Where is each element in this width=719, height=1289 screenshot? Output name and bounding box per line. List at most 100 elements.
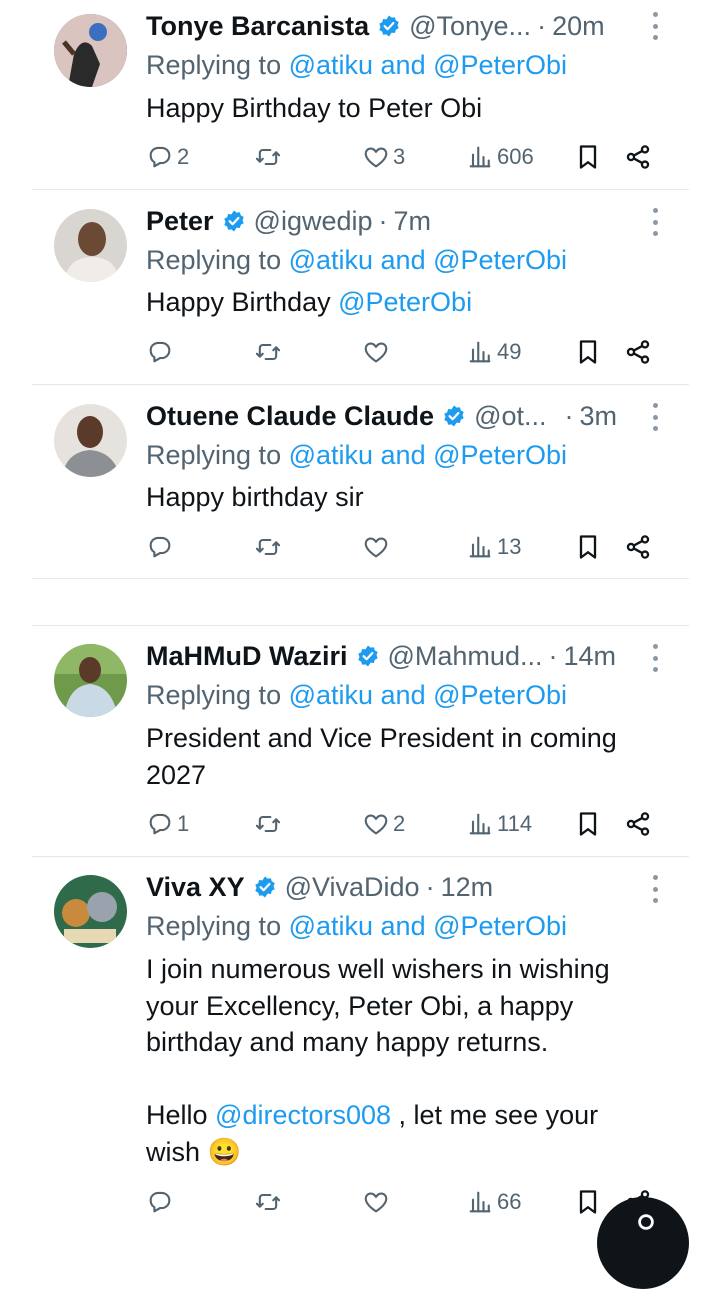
reply-button[interactable] xyxy=(146,1185,174,1219)
heart-icon xyxy=(362,533,390,561)
mention-link[interactable]: @PeterObi xyxy=(338,287,472,317)
retweet-button[interactable] xyxy=(254,807,282,841)
avatar[interactable] xyxy=(54,14,127,87)
tweet[interactable]: MaHMuD Waziri @Mahmud... · 14m Replying … xyxy=(0,626,719,856)
avatar[interactable] xyxy=(54,644,127,717)
views-button[interactable]: 49 xyxy=(466,335,521,369)
replying-to: Replying to @atiku and @PeterObi xyxy=(146,50,567,81)
bookmark-button[interactable] xyxy=(574,530,602,564)
bookmark-icon xyxy=(574,338,602,366)
tweet[interactable]: Otuene Claude Claude @ot... · 3m Replyin… xyxy=(0,385,719,580)
more-icon[interactable] xyxy=(647,644,663,672)
heart-icon xyxy=(362,810,390,838)
reply-icon xyxy=(146,1188,174,1216)
like-button[interactable]: 3 xyxy=(362,140,405,174)
bookmark-button[interactable] xyxy=(574,1185,602,1219)
timestamp[interactable]: 20m xyxy=(552,11,605,42)
replying-to-link[interactable]: @atiku and @PeterObi xyxy=(289,50,567,80)
display-name[interactable]: Peter xyxy=(146,206,214,237)
verified-badge-icon xyxy=(442,404,466,428)
tweet[interactable]: Peter @igwedip · 7m Replying to @atiku a… xyxy=(0,190,719,385)
share-button[interactable] xyxy=(624,807,652,841)
reply-button[interactable]: 1 xyxy=(146,807,189,841)
tweet-actions: 2 3 606 xyxy=(146,140,666,174)
tweet-header: Otuene Claude Claude @ot... · 3m xyxy=(146,398,659,434)
tweet-text: Happy birthday sir xyxy=(146,479,656,516)
tweet-text: Happy Birthday to Peter Obi xyxy=(146,90,656,127)
retweet-button[interactable] xyxy=(254,1185,282,1219)
display-name[interactable]: Viva XY xyxy=(146,872,245,903)
timestamp[interactable]: 3m xyxy=(580,401,618,432)
replying-to-link[interactable]: @atiku and @PeterObi xyxy=(289,440,567,470)
bookmark-button[interactable] xyxy=(574,807,602,841)
like-button[interactable] xyxy=(362,1185,390,1219)
user-handle[interactable]: @VivaDido xyxy=(285,872,420,903)
user-handle[interactable]: @Mahmud... xyxy=(388,641,543,672)
retweet-button[interactable] xyxy=(254,530,282,564)
reply-count: 1 xyxy=(177,811,190,836)
tweet[interactable]: Viva XY @VivaDido · 12m Replying to @ati… xyxy=(0,857,719,1234)
more-icon[interactable] xyxy=(647,875,663,903)
timestamp[interactable]: 12m xyxy=(441,872,494,903)
views-button[interactable]: 13 xyxy=(466,530,521,564)
tweet-text-content: I join numerous well wishers in wishing … xyxy=(146,954,610,1057)
bookmark-icon xyxy=(574,1188,602,1216)
tweet-header: Peter @igwedip · 7m xyxy=(146,203,659,239)
display-name[interactable]: Otuene Claude Claude xyxy=(146,401,434,432)
avatar[interactable] xyxy=(54,875,127,948)
timestamp[interactable]: 7m xyxy=(394,206,432,237)
share-icon xyxy=(624,143,652,171)
like-button[interactable] xyxy=(362,530,390,564)
like-button[interactable] xyxy=(362,335,390,369)
more-icon[interactable] xyxy=(647,208,663,236)
avatar-photo xyxy=(54,14,127,87)
reply-button[interactable] xyxy=(146,530,174,564)
more-icon[interactable] xyxy=(647,403,663,431)
replying-prefix: Replying to xyxy=(146,911,289,941)
user-handle[interactable]: @Tonye... xyxy=(409,11,531,42)
tweet-actions: 13 xyxy=(146,530,666,564)
avatar[interactable] xyxy=(54,404,127,477)
tweet[interactable]: Tonye Barcanista @Tonye... · 20m Replyin… xyxy=(0,0,719,190)
display-name[interactable]: MaHMuD Waziri xyxy=(146,641,348,672)
retweet-icon xyxy=(254,533,282,561)
more-icon[interactable] xyxy=(647,12,663,40)
separator-dot: · xyxy=(537,10,547,41)
views-icon xyxy=(466,338,494,366)
views-icon xyxy=(466,533,494,561)
display-name[interactable]: Tonye Barcanista xyxy=(146,11,369,42)
replying-to-link[interactable]: @atiku and @PeterObi xyxy=(289,911,567,941)
retweet-icon xyxy=(254,1188,282,1216)
avatar[interactable] xyxy=(54,209,127,282)
reply-button[interactable]: 2 xyxy=(146,140,189,174)
user-handle[interactable]: @igwedip xyxy=(254,206,373,237)
reply-button[interactable] xyxy=(146,335,174,369)
retweet-button[interactable] xyxy=(254,335,282,369)
share-button[interactable] xyxy=(624,530,652,564)
timestamp[interactable]: 14m xyxy=(563,641,616,672)
tweet-text-content: President and Vice President in coming 2… xyxy=(146,723,617,790)
views-button[interactable]: 606 xyxy=(466,140,534,174)
replying-to-link[interactable]: @atiku and @PeterObi xyxy=(289,680,567,710)
tweet-text: I join numerous well wishers in wishing … xyxy=(146,951,656,1061)
bookmark-icon xyxy=(574,533,602,561)
user-handle[interactable]: @ot... xyxy=(474,401,546,432)
views-button[interactable]: 66 xyxy=(466,1185,521,1219)
views-button[interactable]: 114 xyxy=(466,807,532,841)
compose-button[interactable] xyxy=(597,1197,689,1289)
replying-prefix: Replying to xyxy=(146,680,289,710)
like-button[interactable]: 2 xyxy=(362,807,405,841)
replying-to-link[interactable]: @atiku and @PeterObi xyxy=(289,245,567,275)
tweet-actions: 49 xyxy=(146,335,666,369)
heart-icon xyxy=(362,143,390,171)
replying-prefix: Replying to xyxy=(146,440,289,470)
bookmark-button[interactable] xyxy=(574,140,602,174)
share-button[interactable] xyxy=(624,140,652,174)
retweet-icon xyxy=(254,143,282,171)
retweet-button[interactable] xyxy=(254,140,282,174)
bookmark-button[interactable] xyxy=(574,335,602,369)
grinning-emoji-icon: 😀 xyxy=(207,1136,242,1167)
share-button[interactable] xyxy=(624,335,652,369)
mention-link[interactable]: @directors008 xyxy=(215,1100,391,1130)
tweet-text-content: Happy Birthday to Peter Obi xyxy=(146,93,483,123)
